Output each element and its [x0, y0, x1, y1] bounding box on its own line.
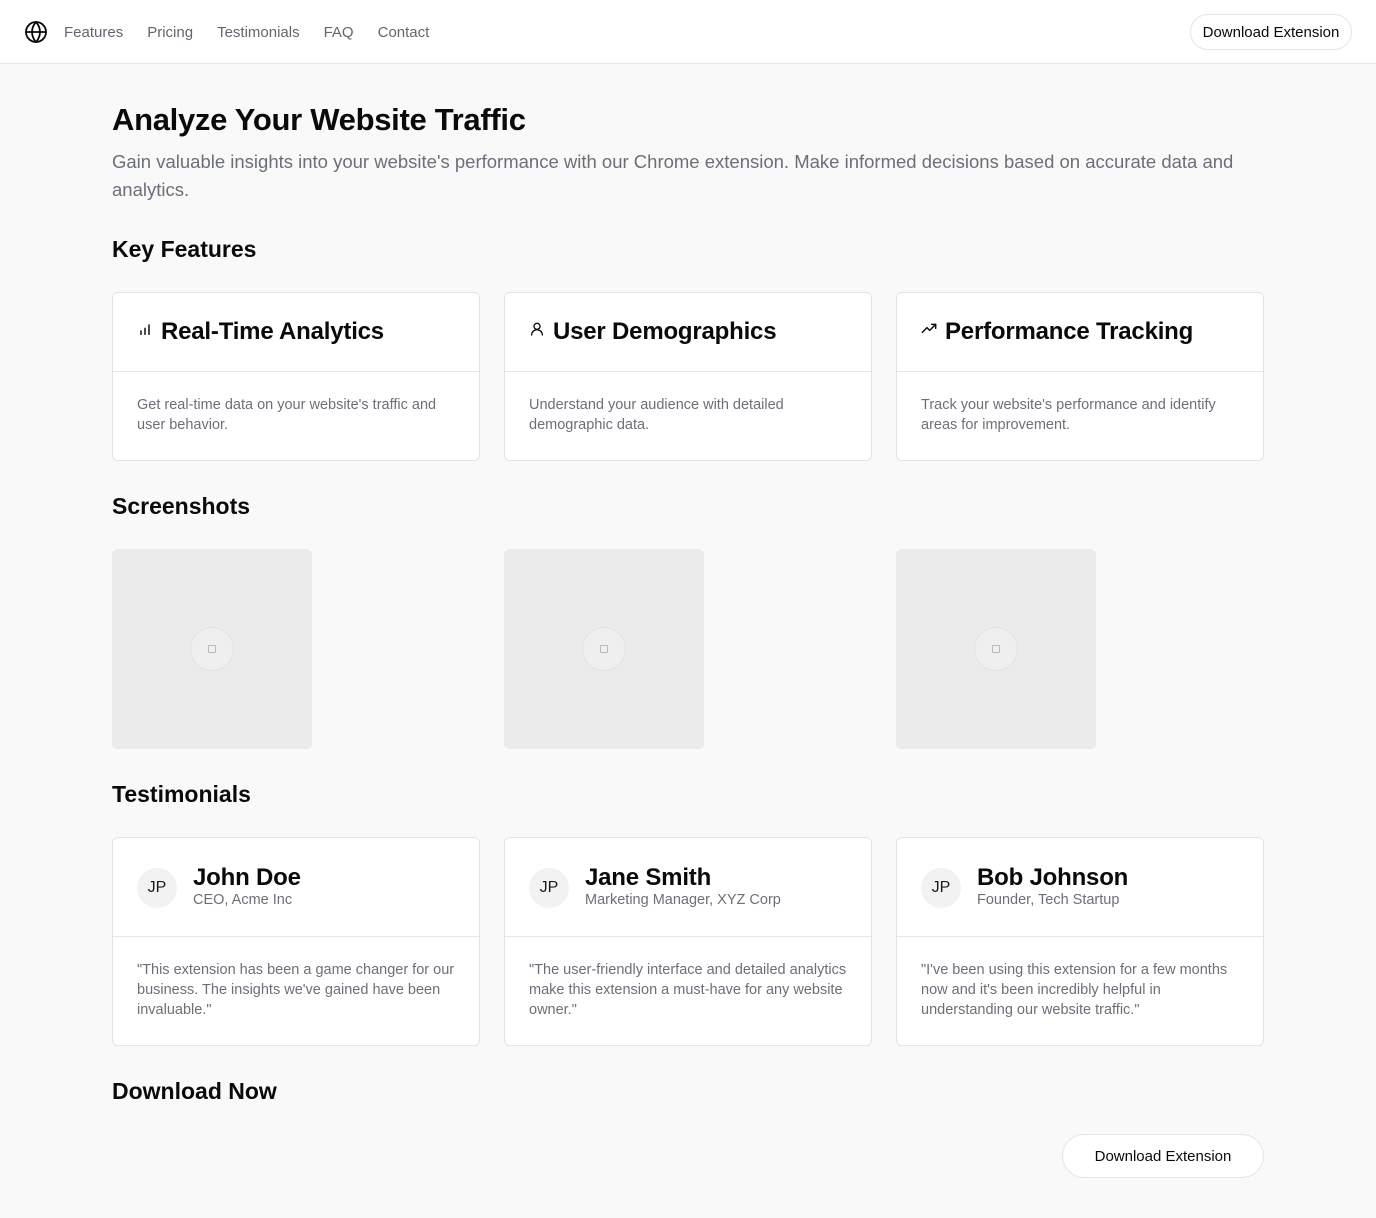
- top-navbar: Features Pricing Testimonials FAQ Contac…: [0, 0, 1376, 64]
- feature-card-header: User Demographics: [505, 293, 871, 372]
- testimonial-role: Founder, Tech Startup: [977, 892, 1120, 908]
- screenshot-placeholder[interactable]: [504, 549, 704, 749]
- screenshot-placeholder[interactable]: [112, 549, 312, 749]
- testimonial-card: JP John Doe CEO, Acme Inc "This extensio…: [112, 837, 480, 1046]
- download-heading: Download Now: [112, 1078, 277, 1104]
- testimonial-card: JP Bob Johnson Founder, Tech Startup "I'…: [896, 837, 1264, 1046]
- header-download-button[interactable]: Download Extension: [1190, 14, 1352, 50]
- avatar: JP: [137, 868, 177, 908]
- feature-description: Track your website's performance and ide…: [921, 397, 1216, 433]
- feature-card: Real-Time Analytics Get real-time data o…: [112, 292, 480, 461]
- features-list: Real-Time Analytics Get real-time data o…: [112, 292, 1264, 461]
- image-placeholder-icon: [190, 627, 234, 671]
- avatar: JP: [921, 868, 961, 908]
- nav-link-pricing[interactable]: Pricing: [147, 24, 193, 41]
- feature-card-header: Performance Tracking: [897, 293, 1263, 372]
- image-placeholder-icon: [582, 627, 626, 671]
- feature-card: User Demographics Understand your audien…: [504, 292, 872, 461]
- testimonials-heading: Testimonials: [112, 781, 251, 807]
- bar-chart-icon: [137, 321, 153, 337]
- feature-description: Understand your audience with detailed d…: [529, 397, 784, 433]
- feature-title: Real-Time Analytics: [161, 318, 384, 345]
- feature-title: Performance Tracking: [945, 318, 1194, 345]
- testimonial-role: Marketing Manager, XYZ Corp: [585, 892, 781, 908]
- globe-icon[interactable]: [24, 20, 48, 44]
- features-heading: Key Features: [112, 236, 257, 262]
- testimonial-quote: "This extension has been a game changer …: [137, 962, 455, 1018]
- nav-link-faq[interactable]: FAQ: [324, 24, 354, 41]
- user-icon: [529, 321, 545, 337]
- nav-link-features[interactable]: Features: [64, 24, 123, 41]
- image-placeholder-icon: [974, 627, 1018, 671]
- screenshots-heading: Screenshots: [112, 493, 251, 519]
- testimonial-name: Jane Smith: [585, 864, 712, 891]
- testimonial-header: JP Jane Smith Marketing Manager, XYZ Cor…: [505, 838, 871, 937]
- testimonial-name: John Doe: [193, 864, 301, 891]
- screenshots-gallery: [112, 549, 1264, 749]
- trending-up-icon: [921, 321, 937, 337]
- nav-link-testimonials[interactable]: Testimonials: [217, 24, 300, 41]
- feature-card: Performance Tracking Track your website'…: [896, 292, 1264, 461]
- hero-subtitle: Gain valuable insights into your website…: [112, 151, 1234, 200]
- page-title: Analyze Your Website Traffic: [112, 102, 526, 137]
- testimonial-header: JP Bob Johnson Founder, Tech Startup: [897, 838, 1263, 937]
- testimonial-header: JP John Doe CEO, Acme Inc: [113, 838, 479, 937]
- feature-title: User Demographics: [553, 318, 777, 345]
- testimonial-name: Bob Johnson: [977, 864, 1129, 891]
- testimonial-card: JP Jane Smith Marketing Manager, XYZ Cor…: [504, 837, 872, 1046]
- testimonial-quote: "The user-friendly interface and detaile…: [529, 962, 847, 1018]
- screenshot-placeholder[interactable]: [896, 549, 1096, 749]
- testimonial-role: CEO, Acme Inc: [193, 892, 293, 908]
- nav-link-contact[interactable]: Contact: [378, 24, 430, 41]
- feature-card-header: Real-Time Analytics: [113, 293, 479, 372]
- testimonial-quote: "I've been using this extension for a fe…: [921, 962, 1228, 1018]
- feature-description: Get real-time data on your website's tra…: [137, 397, 437, 433]
- testimonials-list: JP John Doe CEO, Acme Inc "This extensio…: [112, 837, 1264, 1046]
- main-nav: Features Pricing Testimonials FAQ Contac…: [64, 0, 429, 64]
- download-extension-button[interactable]: Download Extension: [1062, 1134, 1264, 1178]
- avatar: JP: [529, 868, 569, 908]
